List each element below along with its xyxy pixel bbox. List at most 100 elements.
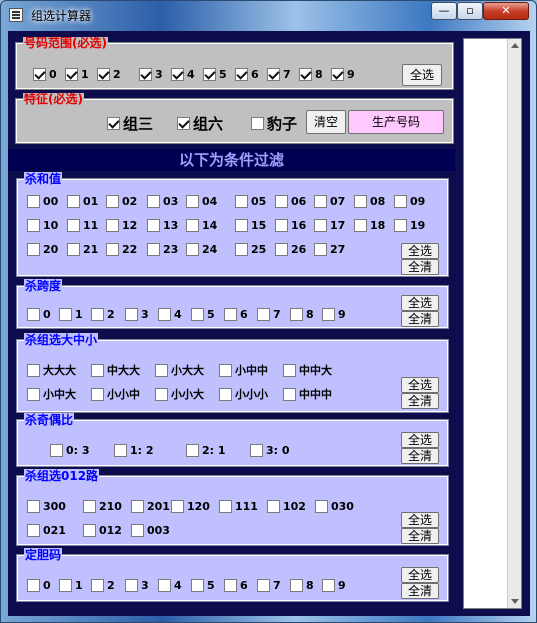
range-checkbox-9[interactable]: 9 (331, 67, 355, 83)
checkbox-icon[interactable] (27, 579, 40, 592)
checkbox-icon[interactable] (235, 195, 248, 208)
span-checkbox-0[interactable]: 0 (27, 307, 51, 323)
checkbox-icon[interactable] (354, 195, 367, 208)
sum-checkbox-14[interactable]: 14 (186, 218, 217, 234)
span-checkbox-7[interactable]: 7 (257, 307, 281, 323)
parity-clear-all-button[interactable]: 全清 (401, 448, 439, 464)
size-checkbox-9[interactable]: 中中中 (283, 386, 332, 402)
dan-checkbox-6[interactable]: 6 (224, 578, 248, 594)
sum-checkbox-18[interactable]: 18 (354, 218, 385, 234)
size-checkbox-4[interactable]: 中中大 (283, 362, 332, 378)
checkbox-icon[interactable] (394, 219, 407, 232)
dan-checkbox-1[interactable]: 1 (59, 578, 83, 594)
checkbox-icon[interactable] (283, 387, 296, 401)
checkbox-icon[interactable] (27, 500, 40, 513)
range-checkbox-4[interactable]: 4 (171, 67, 195, 83)
checkbox-icon[interactable] (203, 68, 216, 81)
span-checkbox-1[interactable]: 1 (59, 307, 83, 323)
checkbox-icon[interactable] (315, 500, 328, 513)
size-checkbox-6[interactable]: 小小中 (91, 386, 140, 402)
span-checkbox-2[interactable]: 2 (91, 307, 115, 323)
title-bar[interactable]: 组选计算器 — ▫ ✕ (1, 1, 536, 29)
route-checkbox-210[interactable]: 210 (83, 499, 122, 515)
checkbox-icon[interactable] (27, 243, 40, 256)
sum-checkbox-06[interactable]: 06 (275, 194, 306, 210)
route-checkbox-102[interactable]: 102 (267, 499, 306, 515)
sum-checkbox-19[interactable]: 19 (394, 218, 425, 234)
feature-checkbox-0[interactable]: 组三 (107, 113, 153, 133)
checkbox-icon[interactable] (191, 579, 204, 592)
sum-checkbox-20[interactable]: 20 (27, 242, 58, 258)
checkbox-icon[interactable] (155, 363, 168, 377)
route-checkbox-030[interactable]: 030 (315, 499, 354, 515)
checkbox-icon[interactable] (106, 219, 119, 232)
size-select-all-button[interactable]: 全选 (401, 377, 439, 393)
range-checkbox-0[interactable]: 0 (33, 67, 57, 83)
size-checkbox-7[interactable]: 小小大 (155, 386, 204, 402)
checkbox-icon[interactable] (354, 219, 367, 232)
checkbox-icon[interactable] (251, 117, 264, 130)
sum-checkbox-02[interactable]: 02 (106, 194, 137, 210)
checkbox-icon[interactable] (97, 68, 110, 81)
span-checkbox-9[interactable]: 9 (322, 307, 346, 323)
route-checkbox-120[interactable]: 120 (171, 499, 210, 515)
size-checkbox-0[interactable]: 大大大 (27, 362, 76, 378)
checkbox-icon[interactable] (394, 195, 407, 208)
checkbox-icon[interactable] (91, 363, 104, 377)
sum-checkbox-05[interactable]: 05 (235, 194, 266, 210)
sum-checkbox-07[interactable]: 07 (314, 194, 345, 210)
route-checkbox-300[interactable]: 300 (27, 499, 66, 515)
checkbox-icon[interactable] (219, 387, 232, 401)
checkbox-icon[interactable] (219, 500, 232, 513)
size-checkbox-8[interactable]: 小小小 (219, 386, 268, 402)
checkbox-icon[interactable] (139, 68, 152, 81)
checkbox-icon[interactable] (191, 308, 204, 321)
checkbox-icon[interactable] (314, 243, 327, 256)
checkbox-icon[interactable] (235, 243, 248, 256)
span-checkbox-5[interactable]: 5 (191, 307, 215, 323)
sum-checkbox-12[interactable]: 12 (106, 218, 137, 234)
route-checkbox-003[interactable]: 003 (131, 523, 170, 539)
checkbox-icon[interactable] (83, 524, 96, 537)
clear-button[interactable]: 清空 (306, 110, 346, 134)
checkbox-icon[interactable] (186, 444, 199, 457)
route-checkbox-021[interactable]: 021 (27, 523, 66, 539)
range-checkbox-3[interactable]: 3 (139, 67, 163, 83)
checkbox-icon[interactable] (299, 68, 312, 81)
checkbox-icon[interactable] (27, 524, 40, 537)
span-checkbox-8[interactable]: 8 (290, 307, 314, 323)
dan-checkbox-7[interactable]: 7 (257, 578, 281, 594)
route-clear-all-button[interactable]: 全清 (401, 528, 439, 544)
checkbox-icon[interactable] (224, 308, 237, 321)
checkbox-icon[interactable] (257, 308, 270, 321)
size-clear-all-button[interactable]: 全清 (401, 393, 439, 409)
checkbox-icon[interactable] (59, 308, 72, 321)
dan-select-all-button[interactable]: 全选 (401, 567, 439, 583)
route-checkbox-111[interactable]: 111 (219, 499, 258, 515)
checkbox-icon[interactable] (114, 444, 127, 457)
checkbox-icon[interactable] (186, 219, 199, 232)
dan-clear-all-button[interactable]: 全清 (401, 583, 439, 599)
checkbox-icon[interactable] (283, 363, 296, 377)
feature-checkbox-2[interactable]: 豹子 (251, 113, 297, 133)
maximize-button[interactable]: ▫ (457, 2, 483, 20)
dan-checkbox-3[interactable]: 3 (125, 578, 149, 594)
range-checkbox-8[interactable]: 8 (299, 67, 323, 83)
checkbox-icon[interactable] (59, 579, 72, 592)
checkbox-icon[interactable] (235, 68, 248, 81)
checkbox-icon[interactable] (267, 68, 280, 81)
dan-checkbox-0[interactable]: 0 (27, 578, 51, 594)
sum-checkbox-11[interactable]: 11 (67, 218, 98, 234)
checkbox-icon[interactable] (27, 195, 40, 208)
span-clear-all-button[interactable]: 全清 (401, 311, 439, 327)
checkbox-icon[interactable] (186, 195, 199, 208)
checkbox-icon[interactable] (250, 444, 263, 457)
checkbox-icon[interactable] (83, 500, 96, 513)
span-checkbox-3[interactable]: 3 (125, 307, 149, 323)
span-checkbox-6[interactable]: 6 (224, 307, 248, 323)
checkbox-icon[interactable] (275, 195, 288, 208)
checkbox-icon[interactable] (186, 243, 199, 256)
checkbox-icon[interactable] (27, 363, 40, 377)
range-checkbox-2[interactable]: 2 (97, 67, 121, 83)
range-checkbox-6[interactable]: 6 (235, 67, 259, 83)
